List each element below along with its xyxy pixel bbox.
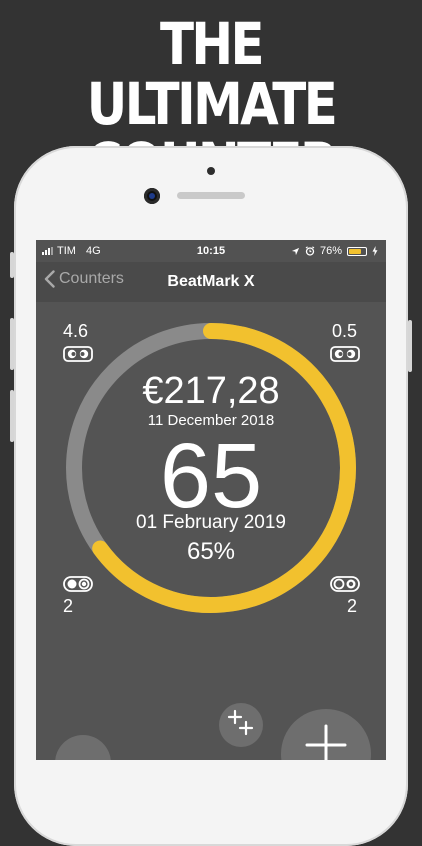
counter-value[interactable]: 65 bbox=[36, 426, 386, 526]
counter-amount: €217,28 bbox=[142, 370, 280, 412]
counter-percent: 65% bbox=[186, 538, 236, 565]
front-camera bbox=[144, 188, 160, 204]
speed-glasses-icon[interactable] bbox=[330, 346, 360, 362]
phone-mute-switch bbox=[10, 252, 14, 278]
app-screen: TIM 4G 10:15 76% Counters BeatMark X 4.6… bbox=[36, 240, 386, 760]
top-left-value: 4.6 bbox=[63, 321, 89, 341]
step-toggle-icon[interactable] bbox=[330, 576, 360, 592]
multi-add-button[interactable] bbox=[218, 702, 264, 748]
bottom-left-value: 2 bbox=[63, 596, 74, 616]
bottom-right-value: 2 bbox=[347, 596, 358, 616]
earpiece-speaker bbox=[177, 192, 245, 199]
counter-end-date: 01 February 2019 bbox=[136, 512, 286, 533]
speed-glasses-icon[interactable] bbox=[63, 346, 93, 362]
headline-line-1: THE ULTIMATE bbox=[86, 10, 338, 138]
phone-volume-up bbox=[10, 318, 14, 370]
phone-power-button bbox=[408, 320, 412, 372]
step-toggle-icon[interactable] bbox=[63, 576, 93, 592]
top-right-value: 0.5 bbox=[332, 321, 358, 341]
phone-volume-down bbox=[10, 390, 14, 442]
front-sensor bbox=[207, 167, 215, 175]
